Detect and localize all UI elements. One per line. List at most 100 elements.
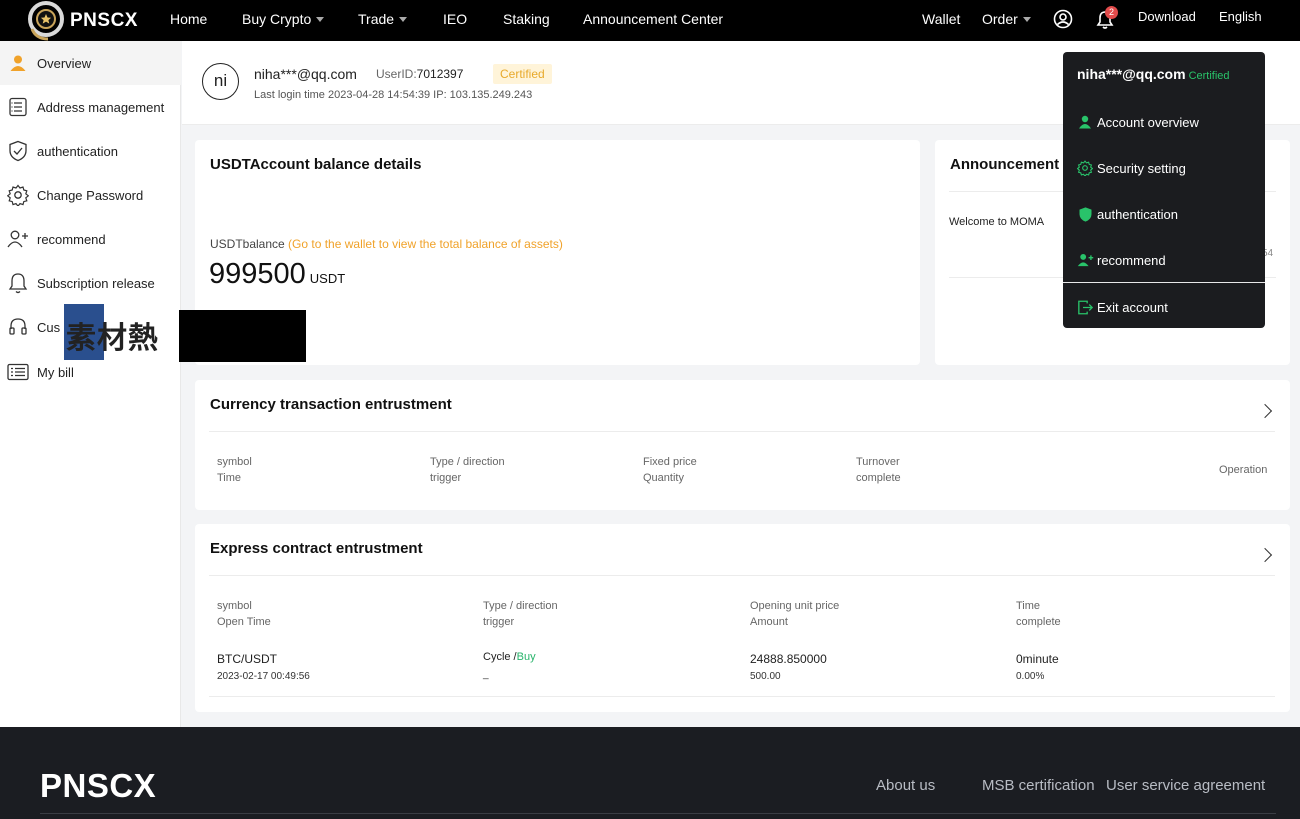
column-header-line: complete [1016, 616, 1061, 628]
nav-home[interactable]: Home [170, 0, 207, 41]
sidebar-item-label: Overview [37, 55, 92, 71]
sidebar-item-label: recommend [37, 231, 106, 247]
user-email: niha***@qq.com [254, 66, 357, 82]
divider [209, 696, 1275, 697]
sidebar-item-address-management[interactable]: Address management [0, 85, 181, 129]
sidebar-item-change-password[interactable]: Change Password [0, 173, 181, 217]
chevron-right-icon[interactable] [1257, 403, 1273, 419]
express-contract-card: Express contract entrustment symbol Open … [195, 524, 1290, 712]
footer-brand[interactable]: PNSCX [40, 767, 156, 805]
list-icon [7, 96, 29, 118]
brand-logo-icon [22, 0, 68, 45]
column-header-line: Time [1016, 600, 1041, 612]
column-header-type: Type / direction trigger [430, 454, 505, 486]
top-nav: PNSCX Home Buy Crypto Trade IEO Staking … [0, 0, 1300, 41]
nav-announcement-center[interactable]: Announcement Center [583, 0, 723, 41]
footer: PNSCX About us MSB certification User se… [0, 727, 1300, 819]
chevron-down-icon [399, 17, 408, 22]
nav-order[interactable]: Order [982, 0, 1031, 41]
column-header-price: Opening unit price Amount [750, 598, 839, 630]
divider [1063, 282, 1265, 283]
dropdown-item-label: recommend [1097, 252, 1166, 268]
column-header-operation: Operation [1219, 464, 1268, 476]
dropdown-item-exit-account[interactable]: Exit account [1076, 296, 1168, 318]
footer-link-msb-certification[interactable]: MSB certification [982, 777, 1095, 794]
shield-icon [1076, 205, 1094, 223]
column-header-time: Time complete [1016, 598, 1061, 630]
column-header-line: Fixed price [643, 456, 697, 468]
row-amount: 500.00 [750, 671, 781, 682]
account-dropdown: niha***@qq.com Certified Account overview… [1063, 52, 1265, 328]
column-header-line: symbol [217, 600, 252, 612]
dropdown-item-account-overview[interactable]: Account overview [1076, 111, 1199, 133]
column-header-line: Type / direction [430, 456, 505, 468]
nav-trade[interactable]: Trade [358, 0, 408, 41]
chevron-right-icon[interactable] [1257, 547, 1273, 563]
user-icon [1076, 113, 1094, 131]
brand-logo[interactable]: PNSCX [22, 0, 138, 41]
nav-trade-label: Trade [358, 11, 395, 27]
dropdown-item-label: Exit account [1097, 299, 1168, 315]
gear-icon [7, 184, 29, 206]
dropdown-item-authentication[interactable]: authentication [1076, 203, 1178, 225]
nav-ieo[interactable]: IEO [443, 0, 467, 41]
account-icon[interactable] [1053, 9, 1073, 32]
announcement-item[interactable]: Welcome to MOMA [949, 213, 1044, 231]
column-header-turnover: Turnover complete [856, 454, 901, 486]
column-header-line: trigger [483, 616, 515, 628]
row-price: 24888.850000 500.00 [750, 650, 827, 686]
column-header-line: Amount [750, 616, 788, 628]
column-header-line: Open Time [217, 616, 271, 628]
column-header-line: Type / direction [483, 600, 558, 612]
dropdown-email-value: niha***@qq.com [1077, 66, 1186, 82]
user-icon [7, 52, 29, 74]
sidebar-item-label: Cus [37, 319, 61, 335]
dropdown-email: niha***@qq.com Certified [1077, 66, 1230, 82]
sidebar-item-subscription-release[interactable]: Subscription release [0, 261, 181, 305]
row-symbol-value: BTC/USDT [217, 652, 277, 666]
nav-language[interactable]: English [1219, 0, 1262, 41]
chevron-down-icon [1022, 17, 1031, 22]
divider [209, 575, 1275, 576]
balance-card-title: USDTAccount balance details [210, 156, 422, 173]
sidebar-item-label: My bill [37, 364, 74, 380]
dropdown-item-security-setting[interactable]: Security setting [1076, 157, 1186, 179]
column-header-price: Fixed price Quantity [643, 454, 697, 486]
announcement-card-title: Announcement C [950, 156, 1075, 173]
nav-staking[interactable]: Staking [503, 0, 550, 41]
row-complete: 0.00% [1016, 671, 1045, 682]
watermark-overlay: 素材熱 [64, 304, 306, 362]
chevron-down-icon [316, 17, 325, 22]
express-contract-title: Express contract entrustment [210, 540, 423, 557]
currency-transaction-card: Currency transaction entrustment symbol T… [195, 380, 1290, 510]
dropdown-item-recommend[interactable]: recommend [1076, 249, 1166, 271]
row-time-value: 0minute [1016, 652, 1059, 666]
sidebar: Overview Address management authenticati… [0, 41, 181, 727]
dropdown-item-label: Account overview [1097, 114, 1199, 130]
sidebar-item-recommend[interactable]: recommend [0, 217, 181, 261]
nav-wallet[interactable]: Wallet [922, 0, 960, 41]
headset-icon [7, 316, 29, 338]
nav-buy-crypto[interactable]: Buy Crypto [242, 0, 325, 41]
column-header-symbol: symbol Time [217, 454, 252, 486]
nav-download[interactable]: Download [1138, 0, 1196, 41]
balance-label: USDTbalance (Go to the wallet to view th… [210, 237, 563, 251]
wallet-link[interactable]: (Go to the wallet to view the total bala… [288, 237, 563, 251]
row-open-time: 2023-02-17 00:49:56 [217, 671, 310, 682]
column-header-line: symbol [217, 456, 252, 468]
avatar[interactable]: ni [202, 63, 239, 100]
row-symbol: BTC/USDT 2023-02-17 00:49:56 [217, 650, 310, 686]
sidebar-item-overview[interactable]: Overview [0, 41, 181, 85]
footer-link-about-us[interactable]: About us [876, 777, 935, 794]
footer-link-user-service-agreement[interactable]: User service agreement [1106, 777, 1265, 794]
sidebar-item-authentication[interactable]: authentication [0, 129, 181, 173]
column-header-type: Type / direction trigger [483, 598, 558, 630]
column-header-line: Time [217, 472, 242, 484]
row-type-value: Cycle / [483, 651, 517, 663]
row-direction: Buy [516, 651, 536, 663]
column-header-line: complete [856, 472, 901, 484]
gear-icon [1076, 159, 1094, 177]
sidebar-item-label: Subscription release [37, 275, 155, 291]
sidebar-item-label: authentication [37, 143, 118, 159]
column-header-line: Opening unit price [750, 600, 840, 612]
